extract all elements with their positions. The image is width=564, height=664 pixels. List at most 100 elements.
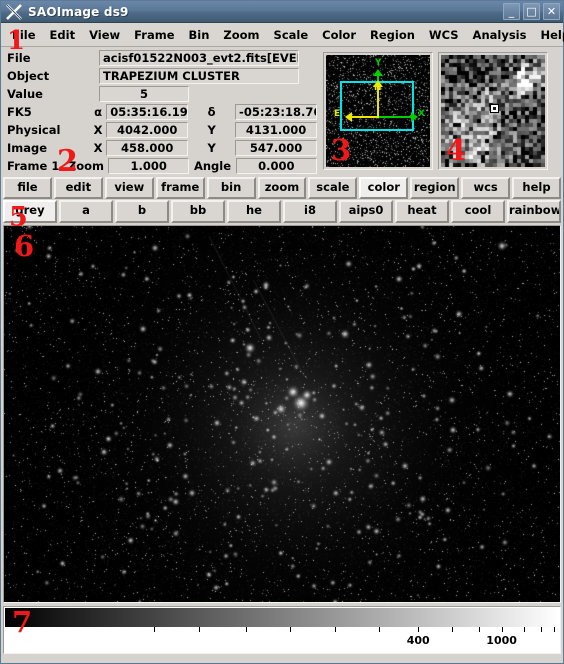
window-title: SAOImage ds9 [28, 4, 129, 19]
info-row-image: Image X 458.000 Y 547.000 [7, 139, 317, 156]
panner-axis-y-arrow [373, 69, 383, 76]
colorbar-tick-label: 400 [406, 634, 430, 647]
panner-panel[interactable]: X Y E N 3 [323, 52, 433, 170]
button-file[interactable]: file [3, 177, 52, 199]
magnifier-display[interactable]: 4 [441, 55, 545, 167]
colorbar-tick [245, 627, 247, 632]
delta-symbol: δ [207, 105, 216, 119]
image-y-value: 547.000 [235, 139, 317, 156]
image-y-symbol: Y [207, 140, 216, 155]
colormap-grey[interactable]: grey [3, 200, 57, 223]
button-region[interactable]: region [410, 177, 460, 199]
colorbar-gradient[interactable] [5, 608, 559, 627]
image-x-value: 458.000 [106, 139, 189, 156]
info-row-frame: Frame 1 Zoom 1.000 Angle 0.000 [7, 157, 317, 174]
colormap-heat[interactable]: heat [395, 200, 449, 223]
image-label: Image [7, 140, 48, 155]
object-label: Object [7, 69, 50, 84]
colorbar-tick [451, 627, 453, 632]
close-button[interactable]: ✕ [543, 3, 560, 20]
zoom-value: 1.000 [108, 157, 190, 174]
colorbar-tick [479, 627, 481, 632]
magnifier-panel[interactable]: 4 [438, 52, 548, 170]
image-x-symbol: X [93, 140, 103, 155]
file-label: File [7, 51, 31, 66]
info-row-object: Object TRAPEZIUM CLUSTER [7, 68, 317, 85]
colormap-bb[interactable]: bb [171, 200, 225, 223]
magnifier-cursor-icon [490, 104, 499, 113]
colorbar-tick [379, 627, 381, 632]
menu-frame[interactable]: Frame [127, 26, 181, 44]
colormap-i8[interactable]: i8 [283, 200, 337, 223]
alpha-symbol: α [94, 105, 103, 119]
colormap-b[interactable]: b [115, 200, 169, 223]
panner-display[interactable]: X Y E N 3 [326, 55, 430, 167]
button-color[interactable]: color [359, 177, 409, 199]
menu-bar: File Edit View Frame Bin Zoom Scale Colo… [1, 23, 564, 47]
declination-value: -05:23:18.76 [235, 104, 317, 120]
button-bar-primary: file edit view frame bin zoom scale colo… [1, 177, 563, 199]
frame-label: Frame 1 [7, 158, 60, 173]
button-help[interactable]: help [512, 177, 561, 199]
colormap-a[interactable]: a [59, 200, 113, 223]
image-display[interactable]: 6 [3, 225, 561, 603]
object-value: TRAPEZIUM CLUSTER [99, 68, 299, 85]
fits-image-canvas[interactable] [4, 226, 560, 602]
physical-y-symbol: Y [207, 122, 216, 137]
minimize-button[interactable]: _ [503, 3, 520, 20]
maximize-button[interactable]: □ [523, 3, 540, 20]
menu-region[interactable]: Region [363, 26, 422, 44]
panner-axis-y-label: Y [375, 58, 382, 68]
thumbnail-panels: X Y E N 3 4 [323, 50, 548, 175]
button-zoom[interactable]: zoom [257, 177, 307, 199]
menu-scale[interactable]: Scale [267, 26, 316, 44]
button-frame[interactable]: frame [155, 177, 205, 199]
menu-bin[interactable]: Bin [182, 26, 217, 44]
pixel-value: 5 [99, 86, 189, 103]
colorbar-tick [418, 627, 420, 632]
colormap-rainbow[interactable]: rainbow [507, 200, 561, 223]
close-icon: ✕ [546, 5, 557, 18]
colorbar-tick [334, 627, 336, 632]
button-wcs[interactable]: wcs [461, 177, 511, 199]
menu-color[interactable]: Color [315, 26, 363, 44]
info-row-wcs: FK5 α 05:35:16.197 δ -05:23:18.76 [7, 104, 317, 121]
physical-label: Physical [7, 122, 61, 137]
colormap-cool[interactable]: cool [451, 200, 505, 223]
panner-compass-east-arrow [345, 112, 352, 122]
wcs-system-label: FK5 [7, 105, 32, 119]
ds9-main-window: SAOImage ds9 _ □ ✕ File Edit View Frame … [0, 0, 564, 664]
menu-analysis[interactable]: Analysis [466, 26, 534, 44]
info-row-physical: Physical X 4042.000 Y 4131.000 [7, 121, 317, 138]
ds9-x-icon [4, 2, 24, 22]
menu-help[interactable]: Help [533, 26, 564, 44]
colorbar-tick [523, 627, 525, 632]
panner-compass-east-label: E [334, 109, 341, 119]
colorbar-tick [554, 627, 556, 632]
angle-value: 0.000 [235, 157, 317, 174]
colormap-aips0[interactable]: aips0 [339, 200, 393, 223]
maximize-icon: □ [526, 5, 537, 18]
panner-axis-x-arrow [411, 112, 418, 122]
minimize-icon: _ [508, 5, 515, 18]
zoom-label: Zoom [67, 158, 105, 173]
button-bin[interactable]: bin [206, 177, 256, 199]
info-row-value: Value 5 [7, 86, 317, 103]
colorbar-tick [198, 627, 200, 632]
window-controls: _ □ ✕ [503, 3, 560, 20]
colormap-he[interactable]: he [227, 200, 281, 223]
menu-edit[interactable]: Edit [43, 26, 83, 44]
button-view[interactable]: view [104, 177, 154, 199]
menu-view[interactable]: View [82, 26, 127, 44]
value-label: Value [7, 87, 43, 102]
button-scale[interactable]: scale [308, 177, 358, 199]
colorbar-tick [501, 627, 503, 632]
right-ascension-value: 05:35:16.197 [106, 104, 189, 120]
colorbar[interactable]: 400 1000 7 [3, 606, 561, 654]
button-edit[interactable]: edit [53, 177, 103, 199]
menu-wcs[interactable]: WCS [422, 26, 466, 44]
menu-zoom[interactable]: Zoom [216, 26, 266, 44]
physical-x-symbol: X [93, 122, 103, 137]
menu-file[interactable]: File [5, 26, 43, 44]
colorbar-ticks [4, 627, 560, 635]
